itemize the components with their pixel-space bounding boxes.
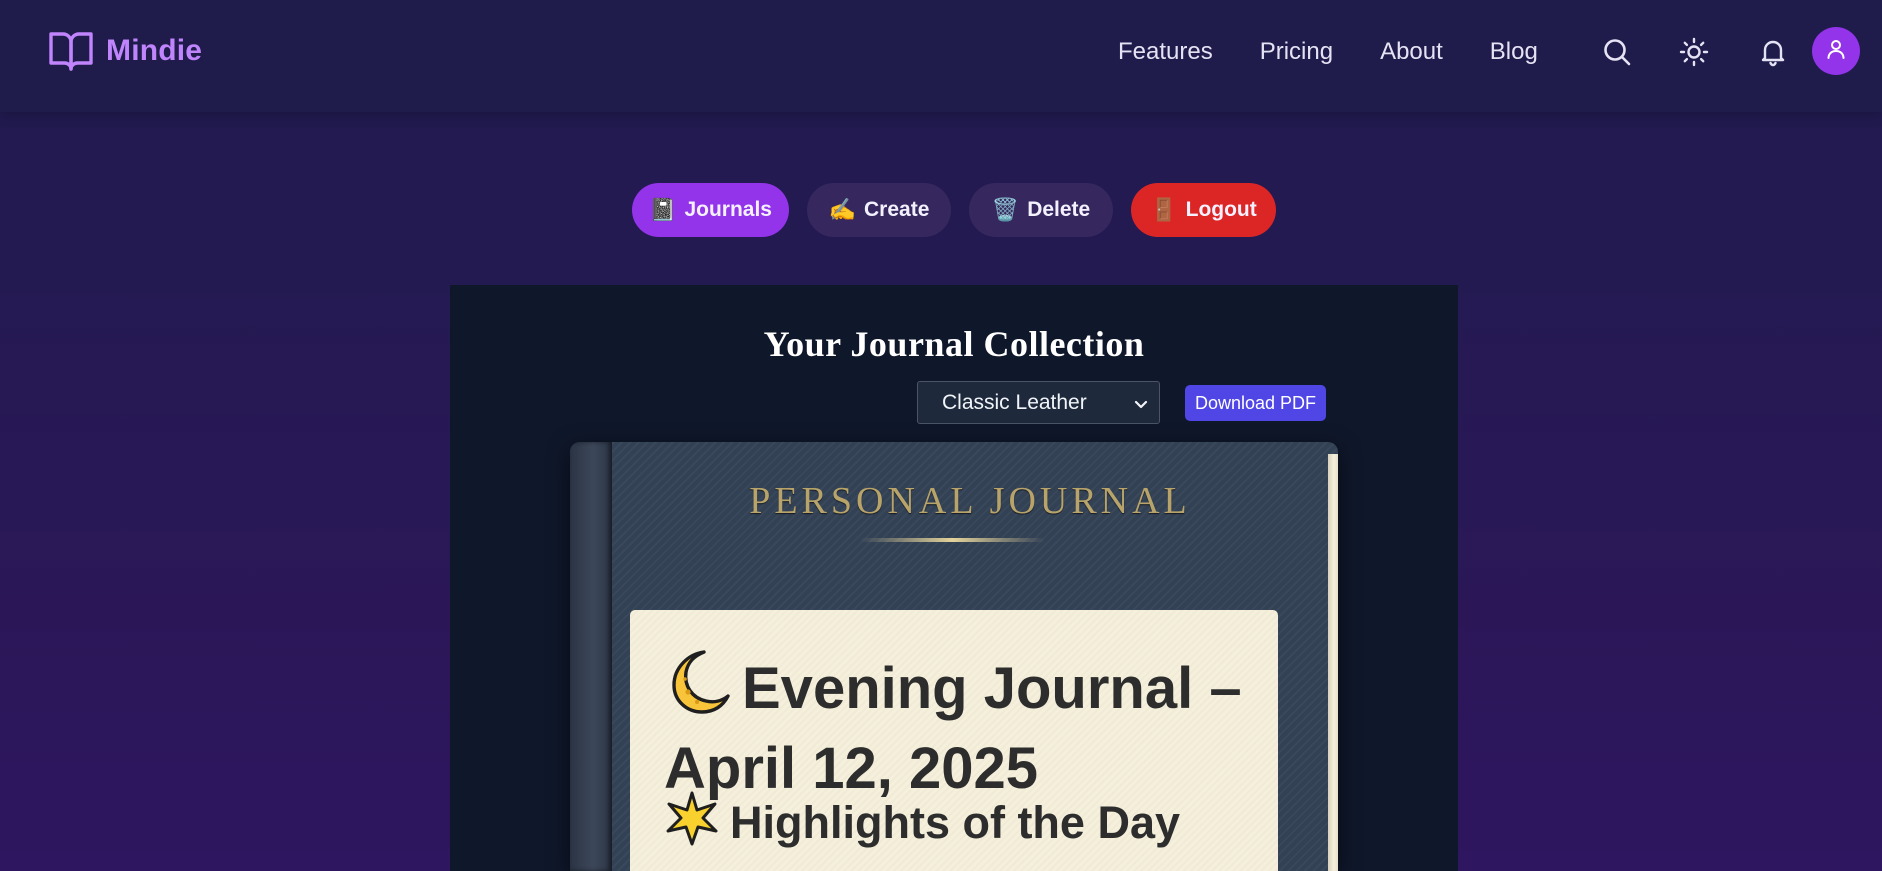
delete-label: Delete (1027, 198, 1091, 221)
book-spine (570, 442, 612, 871)
delete-button[interactable]: 🗑️ Delete (969, 183, 1113, 237)
create-label: Create (864, 198, 930, 221)
notebook-icon: 📓 (649, 197, 677, 222)
sun-icon[interactable] (1676, 34, 1712, 70)
user-icon (1825, 38, 1847, 65)
entry-heading: Evening Journal – April 12, 2025 (664, 648, 1264, 805)
journal-book[interactable]: PERSONAL JOURNAL Evening Journal – April… (570, 442, 1338, 871)
logout-button[interactable]: 🚪 Logout (1131, 183, 1276, 237)
journal-collection-panel: Your Journal Collection Classic Leather … (450, 285, 1458, 871)
page-title: Your Journal Collection (763, 324, 1145, 364)
create-button[interactable]: ✍️ Create (807, 183, 951, 237)
theme-select-value: Classic Leather (942, 390, 1087, 414)
door-icon: 🚪 (1150, 197, 1178, 222)
top-navbar: Mindie Features Pricing About Blog (0, 0, 1882, 112)
writing-hand-icon: ✍️ (828, 197, 857, 222)
nav-link-features[interactable]: Features (1118, 38, 1213, 66)
journals-label: Journals (684, 198, 772, 221)
entry-heading-text: Evening Journal – April 12, 2025 (664, 656, 1242, 801)
bell-icon[interactable] (1755, 34, 1791, 70)
logout-label: Logout (1185, 198, 1257, 221)
user-avatar-button[interactable] (1812, 27, 1860, 75)
book-page-edge (1328, 454, 1338, 871)
theme-select[interactable]: Classic Leather (917, 381, 1160, 424)
journals-button[interactable]: 📓 Journals (632, 183, 789, 237)
journal-page: Evening Journal – April 12, 2025 Highlig… (630, 610, 1278, 871)
entry-subheading-text: Highlights of the Day (730, 797, 1180, 848)
chevron-down-icon (1133, 394, 1149, 418)
brand[interactable]: Mindie (48, 28, 202, 74)
nav-links: Features Pricing About Blog (1118, 34, 1538, 70)
nav-link-blog[interactable]: Blog (1490, 38, 1538, 66)
brand-name: Mindie (106, 34, 203, 67)
nav-link-about[interactable]: About (1380, 38, 1443, 66)
book-divider (860, 538, 1045, 542)
search-icon[interactable] (1599, 34, 1635, 70)
moon-emoji-icon (664, 648, 732, 733)
book-open-icon (48, 30, 94, 72)
trash-icon: 🗑️ (991, 197, 1020, 222)
nav-link-pricing[interactable]: Pricing (1260, 38, 1333, 66)
download-pdf-button[interactable]: Download PDF (1185, 385, 1326, 421)
book-cover-title: PERSONAL JOURNAL (749, 480, 1191, 522)
entry-subheading: Highlights of the Day (664, 790, 1264, 861)
star-emoji-icon (664, 790, 720, 861)
